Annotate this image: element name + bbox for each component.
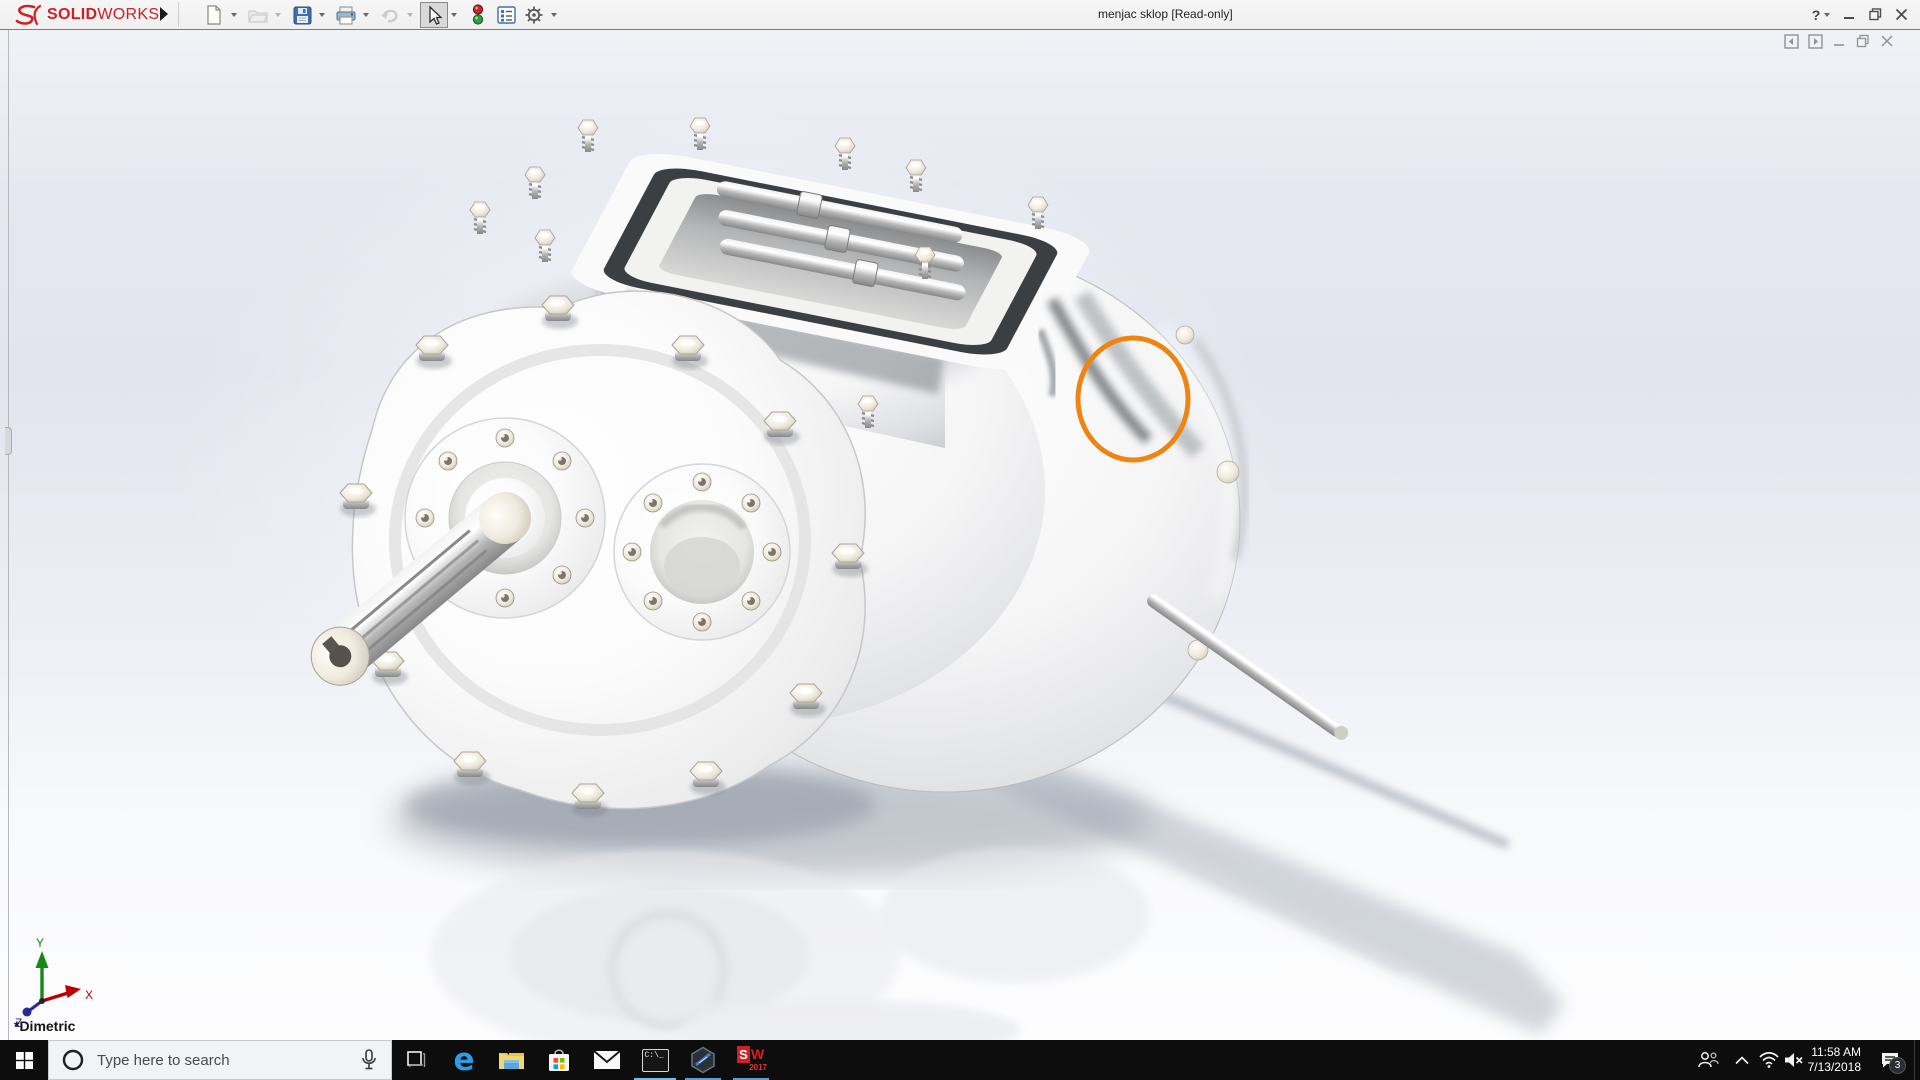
new-document-button[interactable] xyxy=(200,2,228,28)
input-bearing-boss[interactable] xyxy=(613,463,791,641)
store-icon xyxy=(549,1048,569,1071)
wifi-icon xyxy=(1759,1052,1779,1068)
open-button[interactable] xyxy=(244,2,272,28)
cortana-icon xyxy=(62,1049,84,1071)
show-desktop-button[interactable] xyxy=(1914,1040,1920,1080)
taskbar-file-explorer-button[interactable] xyxy=(488,1040,534,1080)
options-gear-button[interactable] xyxy=(520,2,548,28)
select-button[interactable] xyxy=(420,2,448,28)
solidworks-2017-icon: SW 2017 xyxy=(735,1045,767,1075)
taskbar-solidworks-button[interactable]: SW 2017 xyxy=(728,1040,774,1080)
edge-icon: e xyxy=(453,1042,475,1078)
undo-button[interactable] xyxy=(376,2,404,28)
people-icon xyxy=(1698,1052,1719,1068)
next-pane-button[interactable] xyxy=(1806,32,1824,50)
rebuild-button[interactable] xyxy=(464,2,492,28)
3d-scene[interactable]: Y X Z xyxy=(0,0,1920,1080)
panel-splitter[interactable] xyxy=(8,30,9,1040)
titlebar: SOLIDWORKS menjac sklop [Read-only] ? xyxy=(0,0,1920,30)
document-restore-button[interactable] xyxy=(1854,32,1872,50)
windows-taskbar: e C:\_ xyxy=(0,1040,1920,1080)
action-center-button[interactable]: 3 xyxy=(1872,1040,1908,1080)
document-close-button[interactable] xyxy=(1878,32,1896,50)
search-input[interactable] xyxy=(95,1050,361,1070)
clock-time: 11:58 AM xyxy=(1811,1045,1861,1059)
file-explorer-icon xyxy=(498,1053,524,1069)
toolbar-separator xyxy=(178,2,179,27)
save-dropdown-icon[interactable] xyxy=(316,3,328,27)
panel-splitter-tab[interactable] xyxy=(5,427,12,455)
solidworks-wordmark: SOLIDWORKS xyxy=(47,5,160,23)
taskbar-edge-button[interactable]: e xyxy=(441,1040,487,1080)
print-dropdown-icon[interactable] xyxy=(360,3,372,27)
print-button[interactable] xyxy=(332,2,360,28)
hexagon-app-icon xyxy=(691,1046,715,1074)
network-button[interactable] xyxy=(1755,1040,1783,1080)
taskbar-mail-button[interactable] xyxy=(584,1040,630,1080)
taskbar-clock[interactable]: 11:58 AM 7/13/2018 xyxy=(1793,1045,1861,1075)
close-button[interactable] xyxy=(1888,0,1914,29)
taskbar-store-button[interactable] xyxy=(536,1040,582,1080)
triad-y-label: Y xyxy=(36,936,44,950)
view-orientation-label: *Dimetric xyxy=(14,1018,76,1034)
notification-badge: 3 xyxy=(1889,1057,1906,1074)
solidworks-window: Y X Z *Dimetric SOLIDWORKS menjac sklop … xyxy=(0,0,1920,1080)
microphone-icon[interactable] xyxy=(361,1049,377,1071)
quick-access-toolbar xyxy=(200,2,564,28)
chevron-up-icon xyxy=(1735,1055,1749,1064)
options-dropdown-icon[interactable] xyxy=(548,3,560,27)
solidworks-logo-mark xyxy=(15,4,42,25)
taskbar-search[interactable] xyxy=(48,1040,392,1080)
help-dropdown-icon xyxy=(1824,12,1831,17)
new-dropdown-icon[interactable] xyxy=(228,3,240,27)
document-title: menjac sklop [Read-only] xyxy=(1098,7,1233,21)
help-button[interactable]: ? xyxy=(1806,0,1836,29)
minimize-button[interactable] xyxy=(1836,0,1862,29)
file-properties-button[interactable] xyxy=(492,2,520,28)
tray-overflow-button[interactable] xyxy=(1728,1040,1756,1080)
document-minimize-button[interactable] xyxy=(1830,32,1848,50)
mail-icon xyxy=(593,1050,621,1069)
restore-button[interactable] xyxy=(1862,0,1888,29)
task-view-button[interactable] xyxy=(393,1040,439,1080)
taskbar-cmd-button[interactable]: C:\_ xyxy=(632,1040,678,1080)
task-view-icon xyxy=(407,1051,426,1067)
select-dropdown-icon[interactable] xyxy=(448,3,460,27)
toolbar-expand-arrow[interactable] xyxy=(160,7,168,21)
triad-x-label: X xyxy=(85,988,93,1002)
undo-dropdown-icon[interactable] xyxy=(404,3,416,27)
clock-date: 7/13/2018 xyxy=(1807,1060,1861,1074)
previous-pane-button[interactable] xyxy=(1782,32,1800,50)
titlebar-controls: ? xyxy=(1806,0,1914,29)
orientation-triad: Y X Z xyxy=(15,936,93,1030)
open-dropdown-icon[interactable] xyxy=(272,3,284,27)
windows-logo-icon xyxy=(15,1051,33,1069)
people-button[interactable] xyxy=(1694,1040,1722,1080)
taskbar-hexagon-app-button[interactable] xyxy=(680,1040,726,1080)
solidworks-logo: SOLIDWORKS xyxy=(14,3,159,26)
start-button[interactable] xyxy=(0,1040,48,1080)
save-button[interactable] xyxy=(288,2,316,28)
document-window-controls xyxy=(1782,31,1896,51)
command-prompt-icon: C:\_ xyxy=(641,1048,669,1072)
